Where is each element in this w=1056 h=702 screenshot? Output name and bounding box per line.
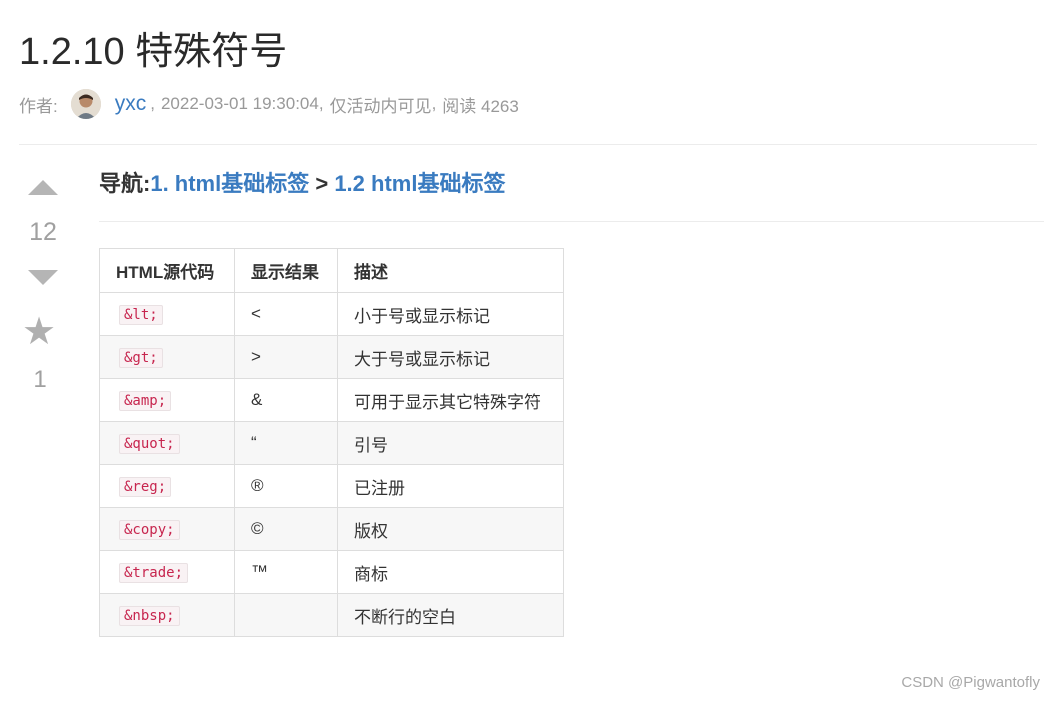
article-page: 1.2.10 特殊符号 作者: yxc , 2022-03-01 19:30:0…	[0, 0, 1056, 702]
description-cell: 版权	[337, 507, 564, 551]
entity-code: &lt;	[119, 305, 163, 325]
column-header-result: 显示结果	[234, 248, 338, 293]
column-header-code: HTML源代码	[99, 248, 235, 293]
breadcrumb-label: 导航:	[99, 171, 151, 196]
entity-code: &nbsp;	[119, 606, 180, 626]
header-divider	[19, 144, 1037, 145]
vote-count: 12	[29, 218, 57, 246]
description-cell: 小于号或显示标记	[337, 292, 564, 336]
breadcrumb: 导航:1. html基础标签 > 1.2 html基础标签	[99, 166, 505, 198]
code-cell: &quot;	[99, 421, 235, 465]
code-cell: &trade;	[99, 550, 235, 594]
favorite-count: 1	[33, 366, 47, 393]
entity-code: &quot;	[119, 434, 180, 454]
breadcrumb-link-chapter[interactable]: 1. html基础标签	[150, 171, 309, 196]
entity-code: &gt;	[119, 348, 163, 368]
avatar-image	[70, 89, 101, 119]
author-link[interactable]: yxc	[115, 92, 147, 116]
post-datetime: 2022-03-01 19:30:04	[160, 94, 319, 113]
description-cell: 商标	[337, 550, 564, 594]
result-cell: &	[234, 378, 338, 422]
nav-divider	[99, 221, 1044, 222]
author-label: 作者:	[19, 96, 58, 116]
table-row: &reg; ® 已注册	[99, 464, 564, 508]
description-cell: 可用于显示其它特殊字符	[337, 378, 564, 422]
entity-code: &amp;	[119, 391, 172, 411]
meta-separator: ,	[318, 94, 324, 113]
description-cell: 引号	[337, 421, 564, 465]
table-row: &gt; > 大于号或显示标记	[99, 335, 564, 379]
code-cell: &lt;	[99, 292, 235, 336]
description-cell: 已注册	[337, 464, 564, 508]
avatar[interactable]	[70, 89, 101, 119]
csdn-watermark: CSDN @Pigwantofly	[901, 674, 1040, 691]
result-cell: ©	[234, 507, 338, 551]
breadcrumb-link-section[interactable]: 1.2 html基础标签	[334, 171, 505, 196]
visibility-text: 仅活动内可见	[329, 96, 432, 116]
code-cell: &amp;	[99, 378, 235, 422]
entity-code: &reg;	[119, 477, 172, 497]
code-cell: &gt;	[99, 335, 235, 379]
table-row: &nbsp; 不断行的空白	[99, 593, 564, 637]
page-title: 1.2.10 特殊符号	[19, 31, 288, 73]
table-row: &trade; ™ 商标	[99, 550, 564, 594]
description-cell: 大于号或显示标记	[337, 335, 564, 379]
code-cell: &copy;	[99, 507, 235, 551]
result-cell: ™	[234, 550, 338, 594]
upvote-triangle-up-icon[interactable]	[28, 180, 58, 195]
table-row: &amp; & 可用于显示其它特殊字符	[99, 378, 564, 422]
code-cell: &nbsp;	[99, 593, 235, 637]
entity-code: &copy;	[119, 520, 180, 540]
result-cell: “	[234, 421, 338, 465]
table-row: &lt; < 小于号或显示标记	[99, 292, 564, 336]
table-header-row: HTML源代码 显示结果 描述	[99, 248, 564, 293]
downvote-triangle-down-icon[interactable]	[28, 270, 58, 285]
code-cell: &reg;	[99, 464, 235, 508]
column-header-description: 描述	[337, 248, 564, 293]
table-row: &quot; “ 引号	[99, 421, 564, 465]
star-icon[interactable]: ★	[22, 310, 56, 354]
result-cell	[234, 593, 338, 637]
special-symbols-table: HTML源代码 显示结果 描述 &lt; < 小于号或显示标记 &gt; > 大…	[99, 248, 564, 637]
result-cell: >	[234, 335, 338, 379]
read-count: 阅读 4263	[442, 96, 519, 116]
table-row: &copy; © 版权	[99, 507, 564, 551]
description-cell: 不断行的空白	[337, 593, 564, 637]
result-cell: <	[234, 292, 338, 336]
entity-code: &trade;	[119, 563, 189, 583]
meta-separator: ,	[431, 94, 437, 113]
meta-separator: ,	[150, 94, 155, 113]
article-meta: 作者: yxc , 2022-03-01 19:30:04 , 仅活动内可见 ,…	[19, 88, 519, 120]
breadcrumb-separator: >	[309, 171, 335, 196]
result-cell: ®	[234, 464, 338, 508]
